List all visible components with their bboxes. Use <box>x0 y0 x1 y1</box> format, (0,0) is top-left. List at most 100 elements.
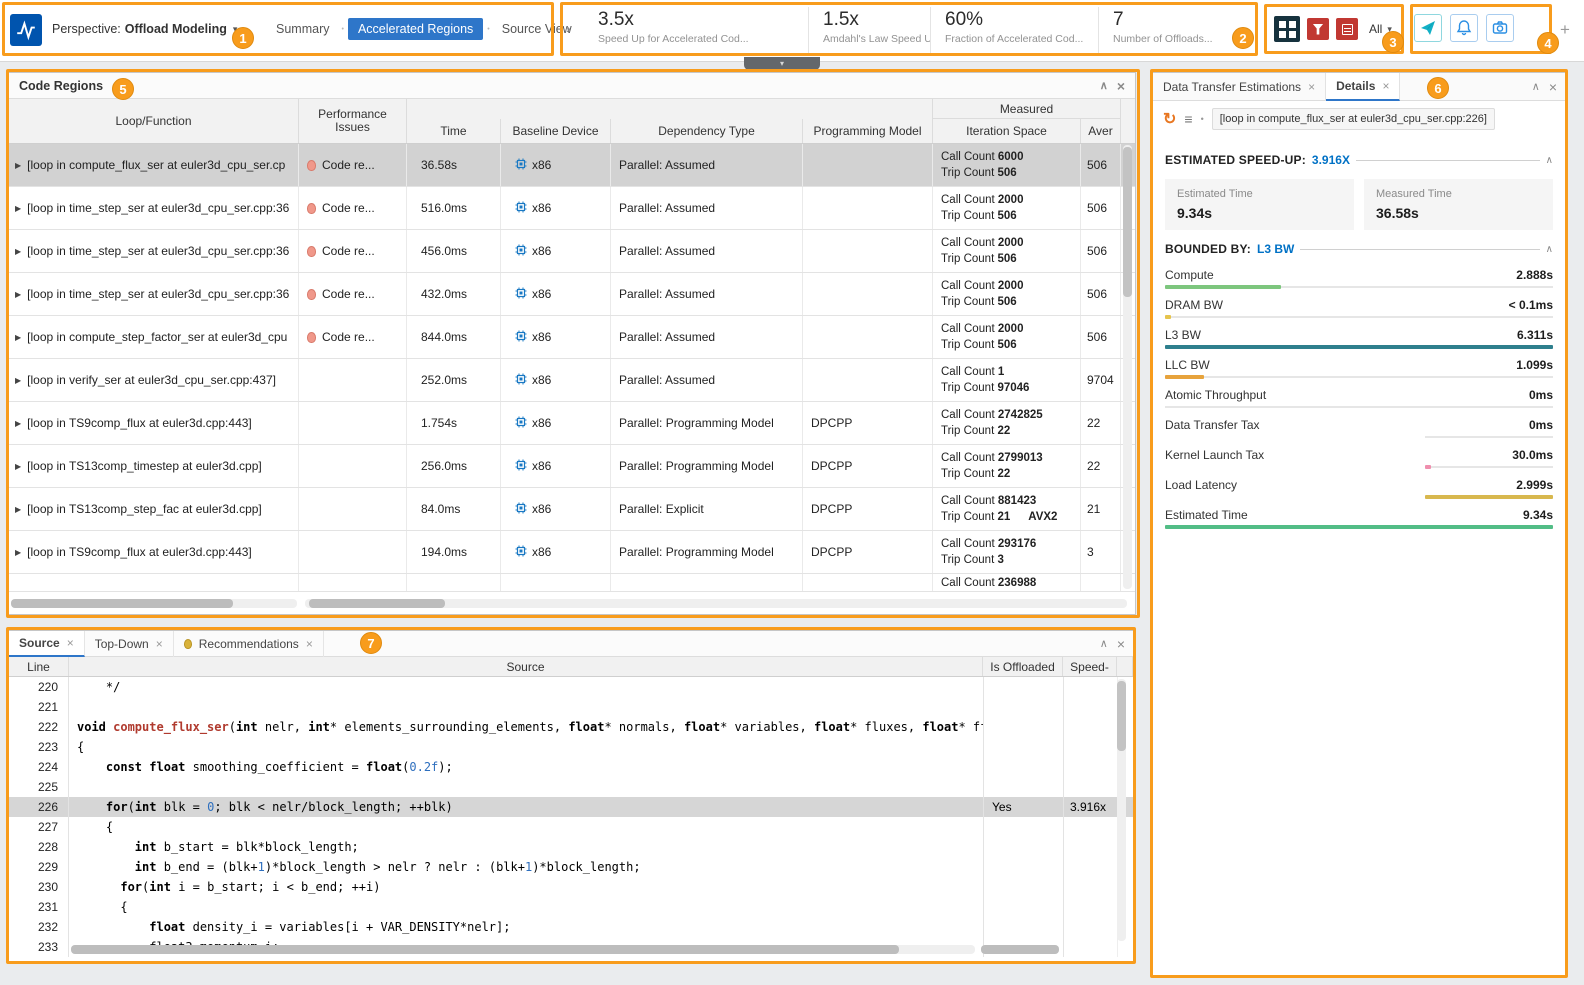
source-line[interactable]: 224 const float smoothing_coefficient = … <box>9 757 1133 777</box>
refresh-icon[interactable]: ↻ <box>1163 109 1176 129</box>
expander-icon[interactable]: ▶ <box>15 290 21 299</box>
toolbar-collapse-handle[interactable]: ▾ <box>744 57 820 70</box>
metric-bar <box>1165 285 1553 289</box>
code-segment: float <box>149 920 185 934</box>
code-segment: 0 <box>207 800 214 814</box>
chevron-up-icon[interactable]: ∧ <box>1546 244 1553 255</box>
horizontal-scrollbar-left[interactable] <box>11 599 297 608</box>
horizontal-scrollbar[interactable] <box>71 945 975 954</box>
table-row[interactable]: ▶[loop in TS9comp_flux at euler3d.cpp:44… <box>9 531 1135 574</box>
close-panel-icon[interactable]: × <box>1117 78 1125 94</box>
expander-icon[interactable]: ▶ <box>15 505 21 514</box>
tab-source[interactable]: Source × <box>9 631 85 657</box>
iteration-space-cell: Call Count 881423Trip Count 21AVX2 <box>933 488 1081 530</box>
chevron-up-icon[interactable]: ∧ <box>1546 155 1553 166</box>
source-line[interactable]: 220 */ <box>9 677 1133 697</box>
column-header-time[interactable]: Time <box>407 119 501 143</box>
column-header-performance-issues[interactable]: Performance Issues <box>299 99 407 143</box>
table-row[interactable]: ▶[loop in time_step_ser at euler3d_cpu_s… <box>9 187 1135 230</box>
tab-details[interactable]: Details × <box>1326 73 1400 101</box>
tab-summary[interactable]: Summary <box>268 19 337 39</box>
list-icon[interactable]: ≡ <box>1184 111 1192 127</box>
performance-issues-cell: Code re... <box>299 230 407 272</box>
time-cell: 456.0ms <box>407 230 501 272</box>
close-icon[interactable]: × <box>1382 79 1389 93</box>
plus-icon[interactable]: + <box>1560 20 1570 40</box>
vertical-scrollbar[interactable] <box>1123 145 1132 589</box>
source-line[interactable]: 222void compute_flux_ser(int nelr, int* … <box>9 717 1133 737</box>
source-line[interactable]: 230 for(int i = b_start; i < b_end; ++i) <box>9 877 1133 897</box>
source-line[interactable]: 225 <box>9 777 1133 797</box>
column-header-dependency-type[interactable]: Dependency Type <box>611 119 803 143</box>
tab-accelerated-regions[interactable]: Accelerated Regions <box>348 18 483 40</box>
source-line[interactable]: 232 float density_i = variables[i + VAR_… <box>9 917 1133 937</box>
expander-icon[interactable]: ▶ <box>15 333 21 342</box>
speedup-value[interactable]: 3.916X <box>1312 153 1350 167</box>
table-row[interactable]: ▶[loop in TS13comp_timestep at euler3d.c… <box>9 445 1135 488</box>
paper-plane-icon[interactable] <box>1414 14 1442 42</box>
is-offloaded-cell <box>983 917 1063 937</box>
expander-icon[interactable]: ▶ <box>15 462 21 471</box>
table-row[interactable]: ▶[loop in compute_step_factor_ser at eul… <box>9 316 1135 359</box>
column-header-baseline-device[interactable]: Baseline Device <box>501 119 611 143</box>
collapse-panel-icon[interactable]: ∧ <box>1100 637 1108 650</box>
filter-list-icon[interactable] <box>1336 18 1358 40</box>
top-toolbar: Perspective: Offload Modeling ▾ Summary•… <box>0 0 1584 62</box>
vertical-scrollbar[interactable] <box>1117 679 1126 941</box>
column-header-iteration-space[interactable]: Iteration Space <box>933 119 1081 143</box>
perspective-selector[interactable]: Perspective: Offload Modeling ▾ <box>52 0 237 58</box>
chevron-right-icon[interactable]: › <box>566 20 571 36</box>
bounded-by-value[interactable]: L3 BW <box>1257 242 1294 256</box>
tab-data-transfer-estimations[interactable]: Data Transfer Estimations × <box>1153 73 1326 101</box>
filter-all-dropdown[interactable]: All ▾ <box>1369 22 1392 36</box>
expander-icon[interactable]: ▶ <box>15 419 21 428</box>
collapse-panel-icon[interactable]: ∧ <box>1532 80 1540 93</box>
advisor-logo-icon[interactable] <box>10 14 42 46</box>
collapse-panel-icon[interactable]: ∧ <box>1100 79 1108 92</box>
baseline-device-cell: x86 <box>501 316 611 358</box>
source-line[interactable]: 231 { <box>9 897 1133 917</box>
loop-function-cell: ▶[loop in compute_step_factor_ser at eul… <box>9 316 299 358</box>
tab-recommendations[interactable]: Recommendations × <box>174 631 324 657</box>
loop-function-cell: ▶[loop in time_step_ser at euler3d_cpu_s… <box>9 187 299 229</box>
source-line[interactable]: 228 int b_start = blk*block_length; <box>9 837 1133 857</box>
expander-icon[interactable]: ▶ <box>15 247 21 256</box>
time-cell: 844.0ms <box>407 316 501 358</box>
camera-icon[interactable] <box>1486 14 1514 42</box>
table-row[interactable]: ▶[loop in compute_flux_ser at euler3d_cp… <box>9 144 1135 187</box>
bell-icon[interactable] <box>1450 14 1478 42</box>
close-icon[interactable]: × <box>306 637 313 651</box>
table-row[interactable]: ▶[loop in verify_ser at euler3d_cpu_ser.… <box>9 359 1135 402</box>
source-line[interactable]: 229 int b_end = (blk+1)*block_length > n… <box>9 857 1133 877</box>
column-header-average[interactable]: Aver <box>1081 119 1121 143</box>
table-row[interactable]: ▶[loop in time_step_ser at euler3d_cpu_s… <box>9 273 1135 316</box>
bounded-metric-row: DRAM BW< 0.1ms <box>1165 298 1553 319</box>
expander-icon[interactable]: ▶ <box>15 376 21 385</box>
expander-icon[interactable]: ▶ <box>15 548 21 557</box>
measured-time-value: 36.58s <box>1376 205 1541 221</box>
source-line[interactable]: 223{ <box>9 737 1133 757</box>
dashboard-icon[interactable] <box>1274 16 1300 42</box>
column-header-programming-model[interactable]: Programming Model <box>803 119 933 143</box>
table-row[interactable]: Call Count 236988 <box>9 574 1135 592</box>
expander-icon[interactable]: ▶ <box>15 161 21 170</box>
column-header-loop-function[interactable]: Loop/Function <box>9 99 299 143</box>
table-row[interactable]: ▶[loop in TS13comp_step_fac at euler3d.c… <box>9 488 1135 531</box>
source-line[interactable]: 226 for(int blk = 0; blk < nelr/block_le… <box>9 797 1133 817</box>
table-row[interactable]: ▶[loop in time_step_ser at euler3d_cpu_s… <box>9 230 1135 273</box>
horizontal-scrollbar-offloaded[interactable] <box>981 945 1059 954</box>
close-icon[interactable]: × <box>156 637 163 651</box>
close-panel-icon[interactable]: × <box>1549 79 1557 95</box>
close-panel-icon[interactable]: × <box>1117 636 1125 652</box>
table-row[interactable]: ▶[loop in TS9comp_flux at euler3d.cpp:44… <box>9 402 1135 445</box>
close-icon[interactable]: × <box>67 636 74 650</box>
tab-top-down[interactable]: Top-Down × <box>85 631 174 657</box>
horizontal-scrollbar-right[interactable] <box>305 599 1127 608</box>
line-number: 220 <box>9 677 69 697</box>
source-line[interactable]: 221 <box>9 697 1133 717</box>
dependency-type-cell: Parallel: Assumed <box>611 359 803 401</box>
filter-funnel-icon[interactable] <box>1307 18 1329 40</box>
close-icon[interactable]: × <box>1308 80 1315 94</box>
source-line[interactable]: 227 { <box>9 817 1133 837</box>
expander-icon[interactable]: ▶ <box>15 204 21 213</box>
